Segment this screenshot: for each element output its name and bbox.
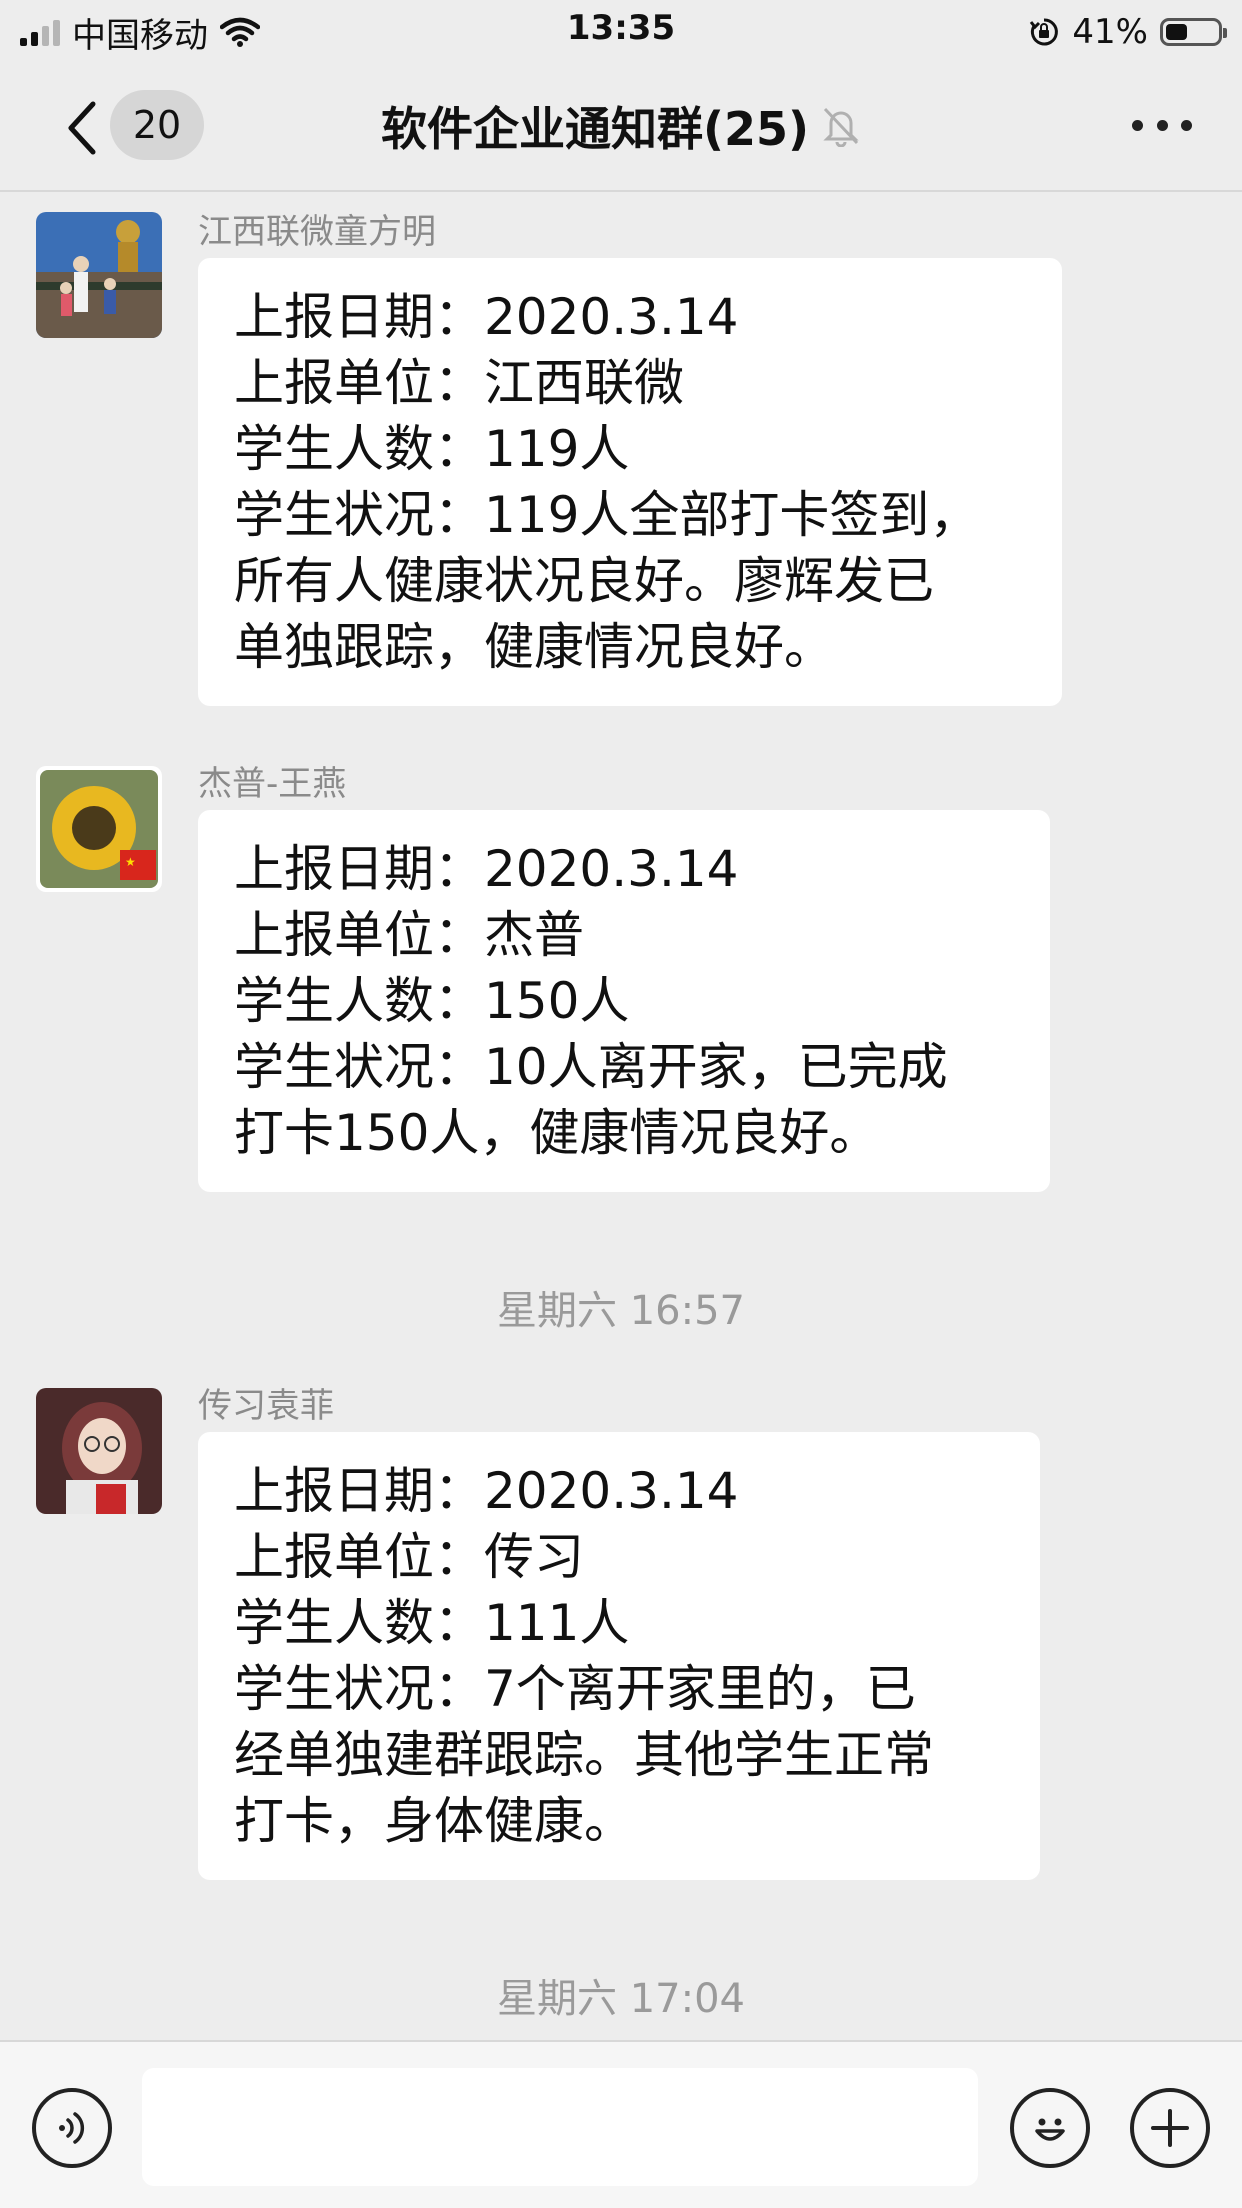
title-area: 软件企业通知群(25) — [0, 90, 1242, 162]
message-line: 打卡150人，健康情况良好。 — [234, 1104, 880, 1162]
message-line: 上报单位：杰普 — [234, 906, 584, 964]
sender-name: 杰普-王燕 — [198, 764, 347, 804]
battery-percent: 41% — [1072, 12, 1148, 52]
status-bar: 中国移动 13:35 41% — [0, 0, 1242, 62]
emoji-button[interactable] — [1010, 2088, 1090, 2168]
message-bubble[interactable]: 上报日期：2020.3.14 上报单位：杰普 学生人数：150人 学生状况：10… — [198, 810, 1050, 1192]
status-right: 41% — [1028, 10, 1227, 54]
plus-icon — [1151, 2109, 1189, 2147]
voice-icon — [59, 2112, 85, 2144]
timestamp: 星期六 16:57 — [497, 1288, 745, 1334]
avatar[interactable] — [36, 212, 162, 338]
message-line: 单独跟踪，健康情况良好。 — [234, 618, 834, 676]
chat-title: 软件企业通知群(25) — [380, 102, 810, 156]
message-line: 学生人数：111人 — [234, 1594, 630, 1652]
message-line: 经单独建群跟踪。其他学生正常 — [234, 1726, 934, 1784]
timestamp: 星期六 17:04 — [497, 1976, 745, 2022]
svg-text:★: ★ — [125, 855, 136, 869]
message-line: 上报单位：传习 — [234, 1528, 584, 1586]
chat-messages[interactable]: 江西联微童方明 上报日期：2020.3.14 上报单位：江西联微 学生人数：11… — [0, 192, 1242, 2040]
emoji-icon — [1035, 2118, 1065, 2141]
message-bubble[interactable]: 上报日期：2020.3.14 上报单位：传习 学生人数：111人 学生状况：7个… — [198, 1432, 1040, 1880]
battery-icon — [1160, 18, 1227, 46]
message-line: 学生人数：150人 — [234, 972, 630, 1030]
message-line: 所有人健康状况良好。廖辉发已 — [234, 552, 934, 610]
message-line: 学生状况：7个离开家里的，已 — [234, 1660, 916, 1718]
plus-button[interactable] — [1130, 2088, 1210, 2168]
input-bar — [0, 2040, 1242, 2208]
battery-level — [1166, 24, 1187, 40]
message-line: 上报日期：2020.3.14 — [234, 288, 739, 346]
chat-header: 20 软件企业通知群(25) — [0, 62, 1242, 192]
sender-name: 传习袁菲 — [198, 1386, 334, 1426]
message-line: 学生状况：119人全部打卡签到， — [234, 486, 980, 544]
message-line: 上报单位：江西联微 — [234, 354, 684, 412]
message-bubble[interactable]: 上报日期：2020.3.14 上报单位：江西联微 学生人数：119人 学生状况：… — [198, 258, 1062, 706]
message-line: 上报日期：2020.3.14 — [234, 840, 739, 898]
more-button[interactable] — [1132, 110, 1192, 140]
voice-button[interactable] — [32, 2088, 112, 2168]
orientation-lock-icon — [1030, 18, 1059, 46]
avatar[interactable] — [36, 1388, 162, 1514]
bell-muted-icon — [823, 107, 859, 147]
message-line: 上报日期：2020.3.14 — [234, 1462, 739, 1520]
message-input[interactable] — [142, 2068, 978, 2186]
message-line: 学生状况：10人离开家，已完成 — [234, 1038, 948, 1096]
more-icon — [1132, 119, 1143, 131]
sender-name: 江西联微童方明 — [198, 212, 436, 252]
message-line: 学生人数：119人 — [234, 420, 630, 478]
message-line: 打卡，身体健康。 — [234, 1792, 634, 1850]
avatar[interactable]: ★ — [36, 766, 162, 892]
